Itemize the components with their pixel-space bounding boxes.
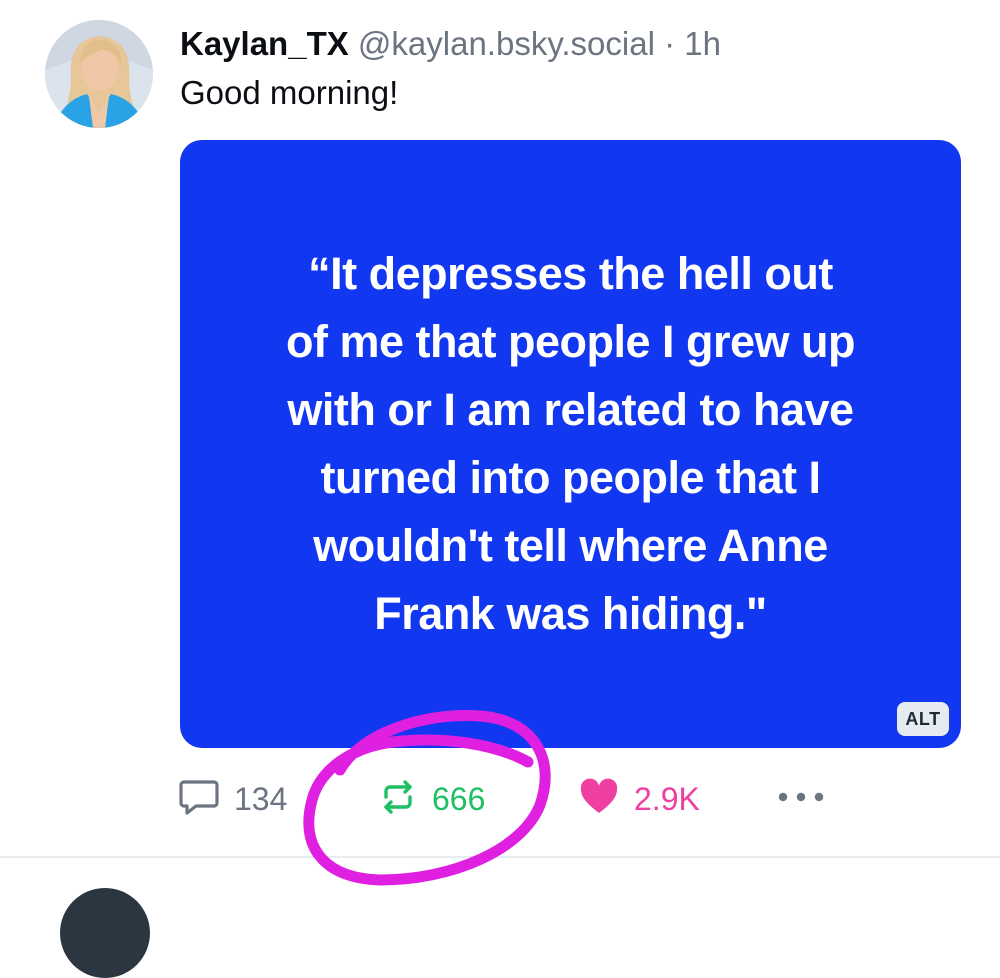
post-actions: 134 666 2.9K (0, 770, 1000, 828)
header-separator: · (664, 25, 676, 62)
more-options-button[interactable] (776, 770, 826, 828)
repost-count: 666 (432, 780, 486, 817)
post-image[interactable]: “It depresses the hell out of me that pe… (180, 140, 961, 748)
quote-line: Frank was hiding." (374, 588, 767, 639)
quote-line: turned into people that I (320, 452, 821, 503)
quote-line: wouldn't tell where Anne (313, 520, 828, 571)
post-text: Good morning! (180, 74, 399, 111)
heart-icon (578, 776, 620, 823)
quote-line: of me that people I grew up (285, 316, 856, 367)
author-handle[interactable]: @kaylan.bsky.social (358, 25, 655, 62)
like-count: 2.9K (634, 780, 700, 817)
next-post-avatar[interactable] (60, 888, 150, 978)
alt-text-button[interactable]: ALT (897, 702, 949, 736)
reply-count: 134 (234, 780, 288, 817)
post-divider (0, 856, 1000, 858)
repost-button[interactable]: 666 (378, 770, 485, 828)
author-avatar[interactable] (45, 20, 153, 128)
quote-line: “It depresses the hell out (308, 248, 833, 299)
quote-line: with or I am related to have (287, 384, 854, 435)
post[interactable]: Kaylan_TX @kaylan.bsky.social · 1h Good … (0, 0, 1000, 856)
like-button[interactable]: 2.9K (578, 770, 700, 828)
repost-arrows-icon (378, 777, 418, 822)
ellipsis-icon (776, 789, 826, 810)
speech-bubble-icon (178, 776, 220, 823)
reply-button[interactable]: 134 (178, 770, 287, 828)
post-timestamp[interactable]: 1h (684, 25, 721, 62)
image-quote-text: “It depresses the hell out of me that pe… (210, 240, 931, 648)
post-header: Kaylan_TX @kaylan.bsky.social · 1h (180, 24, 721, 64)
author-display-name[interactable]: Kaylan_TX (180, 25, 349, 62)
